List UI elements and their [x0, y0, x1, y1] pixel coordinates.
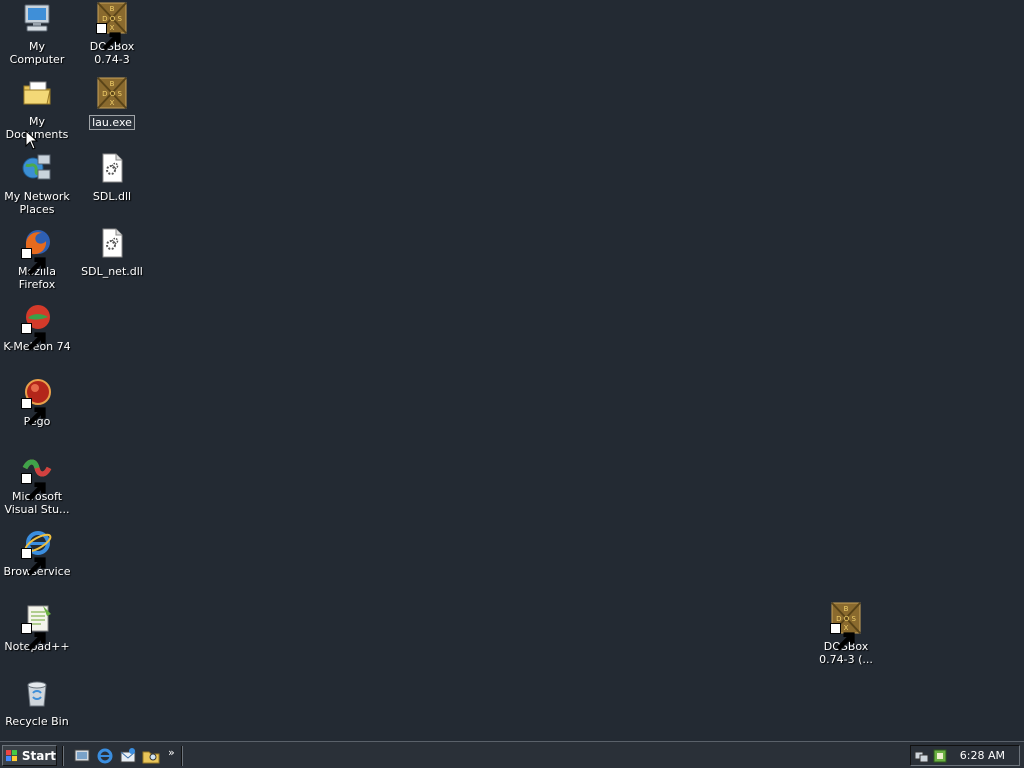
icon-label: Recycle Bin — [5, 715, 69, 728]
svg-text:D O S: D O S — [836, 615, 856, 623]
dosbox-copy-shortcut[interactable]: BD O SX DOSBox 0.74-3 (... — [809, 602, 883, 672]
pego-icon — [21, 377, 53, 426]
svg-text:B: B — [844, 605, 849, 613]
quick-launch-overflow-button[interactable]: » — [168, 746, 175, 759]
taskbar-separator — [181, 746, 183, 766]
dll-file-icon — [96, 152, 128, 184]
computer-icon — [21, 2, 53, 34]
shortcut-arrow-icon — [21, 248, 46, 276]
shortcut-arrow-icon — [21, 623, 46, 651]
shortcut-arrow-icon — [21, 398, 46, 426]
network-status-icon[interactable] — [914, 748, 930, 764]
notepad-plus-plus-shortcut[interactable]: Notepad++ — [0, 602, 74, 672]
shortcut-arrow-icon — [21, 473, 46, 501]
shortcut-arrow-icon — [21, 548, 46, 576]
rename-field[interactable]: lau.exe — [89, 115, 135, 130]
sdl-dll-file[interactable]: SDL.dll — [75, 152, 149, 222]
shortcut-arrow-icon — [21, 323, 46, 351]
mouse-cursor-icon — [25, 130, 38, 150]
k-meleon-shortcut[interactable]: K-Meleon 74 — [0, 302, 74, 372]
visual-studio-icon — [21, 452, 53, 501]
shortcut-arrow-icon — [96, 23, 121, 51]
my-network-places-shortcut[interactable]: My Network Places — [0, 152, 74, 222]
system-tray: 6:28 AM — [910, 745, 1020, 766]
icon-label: My Network Places — [4, 190, 70, 216]
documents-folder-icon — [21, 77, 53, 109]
start-label: Start — [21, 748, 56, 763]
start-button[interactable]: Start — [2, 745, 57, 766]
icon-label: SDL.dll — [92, 190, 132, 203]
outlook-express-icon[interactable] — [119, 747, 137, 765]
taskbar-separator — [62, 746, 64, 766]
windows-explorer-icon[interactable] — [142, 747, 160, 765]
lau-exe-file[interactable]: B D O SX lau.exe — [75, 77, 149, 147]
show-desktop-icon[interactable] — [73, 747, 91, 765]
svg-text:D O S: D O S — [102, 90, 122, 98]
my-computer-shortcut[interactable]: My Computer — [0, 2, 74, 72]
internet-explorer-icon — [21, 527, 53, 576]
recycle-bin-icon — [21, 677, 53, 709]
svg-text:D O S: D O S — [102, 15, 122, 23]
firefox-icon — [21, 227, 53, 276]
svg-text:B: B — [110, 80, 115, 88]
icon-label: SDL_net.dll — [81, 265, 143, 278]
desktop: My Computer My Documents My Network Plac… — [0, 0, 1024, 741]
browservice-shortcut[interactable]: Browservice — [0, 527, 74, 597]
shortcut-arrow-icon — [830, 623, 855, 651]
dosbox-icon: B D O SX — [96, 77, 128, 109]
safely-remove-hardware-icon[interactable] — [932, 748, 948, 764]
recycle-bin-shortcut[interactable]: Recycle Bin — [0, 677, 74, 747]
mozilla-firefox-shortcut[interactable]: Mozilla Firefox — [0, 227, 74, 297]
svg-text:X: X — [110, 99, 115, 107]
notepad-plus-plus-icon — [21, 602, 53, 651]
windows-logo-icon — [6, 749, 18, 761]
dll-file-icon — [96, 227, 128, 259]
network-globe-icon — [21, 152, 53, 184]
taskbar: Start » 6:28 AM — [0, 741, 1024, 768]
dosbox-icon: BD O SX — [96, 2, 128, 51]
dosbox-shortcut[interactable]: BD O SX DOSBox 0.74-3 — [75, 2, 149, 72]
svg-text:B: B — [110, 5, 115, 13]
icon-label: My Computer — [9, 40, 65, 66]
dosbox-icon: BD O SX — [830, 602, 862, 651]
pego-shortcut[interactable]: Pego — [0, 377, 74, 447]
k-meleon-icon — [21, 302, 53, 351]
visual-studio-shortcut[interactable]: Microsoft Visual Stu... — [0, 452, 74, 522]
internet-explorer-icon[interactable] — [96, 747, 114, 765]
taskbar-clock[interactable]: 6:28 AM — [960, 749, 1005, 762]
sdl-net-dll-file[interactable]: SDL_net.dll — [75, 227, 149, 297]
